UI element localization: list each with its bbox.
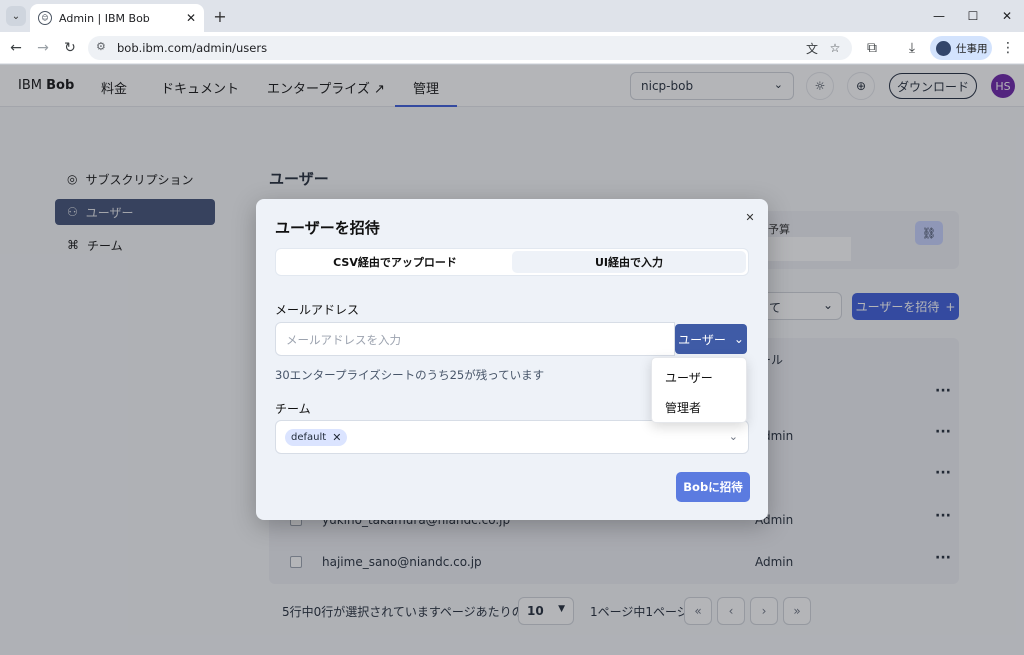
team-select[interactable]: default ✕ ⌄ [275,420,749,454]
bookmark-star-icon[interactable]: ☆ [827,40,843,56]
browser-toolbar: ← → ↻ ⚙ bob.ibm.com/admin/users 文 ☆ ⧉ ⤓ … [0,32,1024,64]
role-select-button[interactable]: ユーザー ⌄ [675,324,747,354]
browser-menu-icon[interactable]: ⋮ [998,38,1018,58]
site-settings-icon[interactable]: ⚙ [96,40,106,53]
profile-avatar [936,40,951,56]
back-arrow-icon[interactable]: ← [6,38,26,58]
window-close-icon[interactable]: ✕ [996,6,1018,26]
extensions-icon[interactable]: ⧉ [862,38,882,58]
role-select-label: ユーザー [678,332,726,347]
invite-to-bob-button[interactable]: Bobに招待 [676,472,750,502]
team-chip: default ✕ [285,429,348,446]
remove-chip-icon[interactable]: ✕ [332,431,341,444]
upload-method-tabs: CSV経由でアップロード UI経由で入力 [275,248,749,276]
new-tab-plus-icon[interactable]: + [210,6,230,26]
role-option-admin[interactable]: 管理者 [665,399,701,416]
translate-icon[interactable]: 文 [804,40,820,56]
chevron-down-icon: ⌄ [733,332,744,346]
seats-remaining-hint: 30エンタープライズシートのうち25が残っています [275,368,545,382]
tab-csv-upload[interactable]: CSV経由でアップロード [278,251,512,273]
minimize-icon[interactable]: — [928,6,950,26]
maximize-icon[interactable]: ☐ [962,6,984,26]
tab-search-chevron-icon[interactable]: ⌄ [6,6,26,26]
role-dropdown-menu: ユーザー 管理者 [651,357,747,423]
reload-icon[interactable]: ↻ [60,38,80,58]
tab-title: Admin | IBM Bob [59,11,150,25]
browser-tab-strip: ⌄ ☺ Admin | IBM Bob ✕ + — ☐ ✕ [0,0,1024,32]
tab-ui-input[interactable]: UI経由で入力 [512,251,746,273]
team-label: チーム [275,402,311,416]
team-chip-label: default [291,432,327,443]
browser-tab[interactable]: ☺ Admin | IBM Bob ✕ [30,4,204,32]
profile-label: 仕事用 [956,42,988,55]
bob-favicon-icon: ☺ [38,11,52,25]
tab-close-icon[interactable]: ✕ [186,11,196,25]
email-field[interactable]: メールアドレスを入力 [275,322,675,356]
chevron-down-icon: ⌄ [728,430,738,443]
role-option-user[interactable]: ユーザー [665,369,713,386]
downloads-icon[interactable]: ⤓ [902,38,922,58]
modal-title: ユーザーを招待 [275,219,380,237]
email-label: メールアドレス [275,303,360,317]
forward-arrow-icon[interactable]: → [33,38,53,58]
url-text: bob.ibm.com/admin/users [117,41,268,55]
profile-button[interactable]: 仕事用 [930,36,992,60]
address-bar[interactable]: ⚙ bob.ibm.com/admin/users 文 ☆ [88,36,852,60]
close-icon[interactable]: ✕ [742,209,758,225]
